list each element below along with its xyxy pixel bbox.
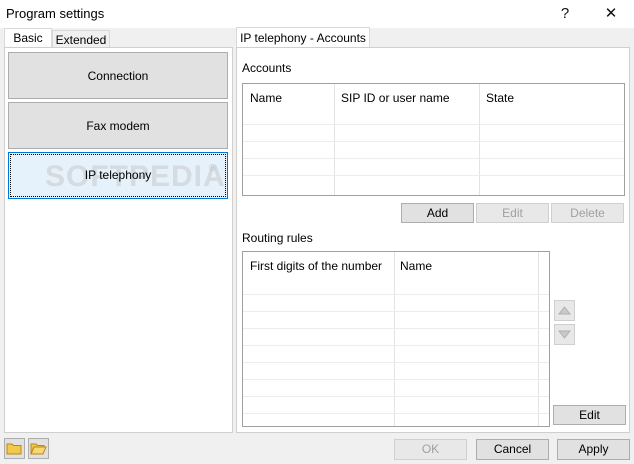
edit-account-button[interactable]: Edit <box>476 203 549 223</box>
row-divider <box>243 158 624 159</box>
window-title: Program settings <box>6 6 105 21</box>
ok-button[interactable]: OK <box>394 439 467 460</box>
accounts-title: Accounts <box>242 61 292 75</box>
routing-rules-table[interactable]: First digits of the number Name <box>242 251 550 427</box>
open-folder-alt-button[interactable] <box>28 438 49 459</box>
add-account-button[interactable]: Add <box>401 203 474 223</box>
cancel-button[interactable]: Cancel <box>476 439 549 460</box>
title-bar: Program settings ? ✕ <box>0 0 634 28</box>
folder-open-icon <box>30 443 47 455</box>
move-up-button[interactable] <box>554 300 575 321</box>
row-divider <box>243 362 549 363</box>
routing-rules-title: Routing rules <box>242 231 313 245</box>
move-down-button[interactable] <box>554 324 575 345</box>
tab-basic[interactable]: Basic <box>4 28 52 48</box>
column-header-name[interactable]: Name <box>400 259 432 273</box>
close-button[interactable]: ✕ <box>588 0 634 28</box>
help-button[interactable]: ? <box>542 0 588 28</box>
row-divider <box>243 141 624 142</box>
row-divider <box>243 379 549 380</box>
tab-ip-telephony-accounts[interactable]: IP telephony - Accounts <box>236 27 370 48</box>
down-triangle-icon <box>557 330 572 339</box>
row-divider <box>243 124 624 125</box>
column-divider <box>394 252 395 426</box>
row-divider <box>243 328 549 329</box>
column-header-first-digits[interactable]: First digits of the number <box>250 259 382 273</box>
column-header-sip-id[interactable]: SIP ID or user name <box>341 91 450 105</box>
column-divider <box>479 84 480 195</box>
edit-routing-button[interactable]: Edit <box>553 405 626 425</box>
up-triangle-icon <box>557 306 572 315</box>
row-divider <box>243 396 549 397</box>
open-folder-button[interactable] <box>4 438 25 459</box>
accounts-table[interactable]: Name SIP ID or user name State <box>242 83 625 196</box>
nav-item-ip-telephony[interactable]: SOFTPEDIA ® IP telephony <box>8 152 228 199</box>
delete-account-button[interactable]: Delete <box>551 203 624 223</box>
nav-item-label: IP telephony <box>84 168 152 182</box>
column-divider <box>538 252 539 426</box>
apply-button[interactable]: Apply <box>557 439 630 460</box>
column-header-name[interactable]: Name <box>250 91 282 105</box>
column-header-state[interactable]: State <box>486 91 514 105</box>
row-divider <box>243 345 549 346</box>
row-divider <box>243 294 549 295</box>
folder-icon <box>6 443 22 455</box>
nav-item-connection[interactable]: Connection <box>8 52 228 99</box>
row-divider <box>243 175 624 176</box>
row-divider <box>243 311 549 312</box>
nav-item-fax-modem[interactable]: Fax modem <box>8 102 228 149</box>
row-divider <box>243 413 549 414</box>
tab-extended[interactable]: Extended <box>52 30 110 48</box>
column-divider <box>334 84 335 195</box>
